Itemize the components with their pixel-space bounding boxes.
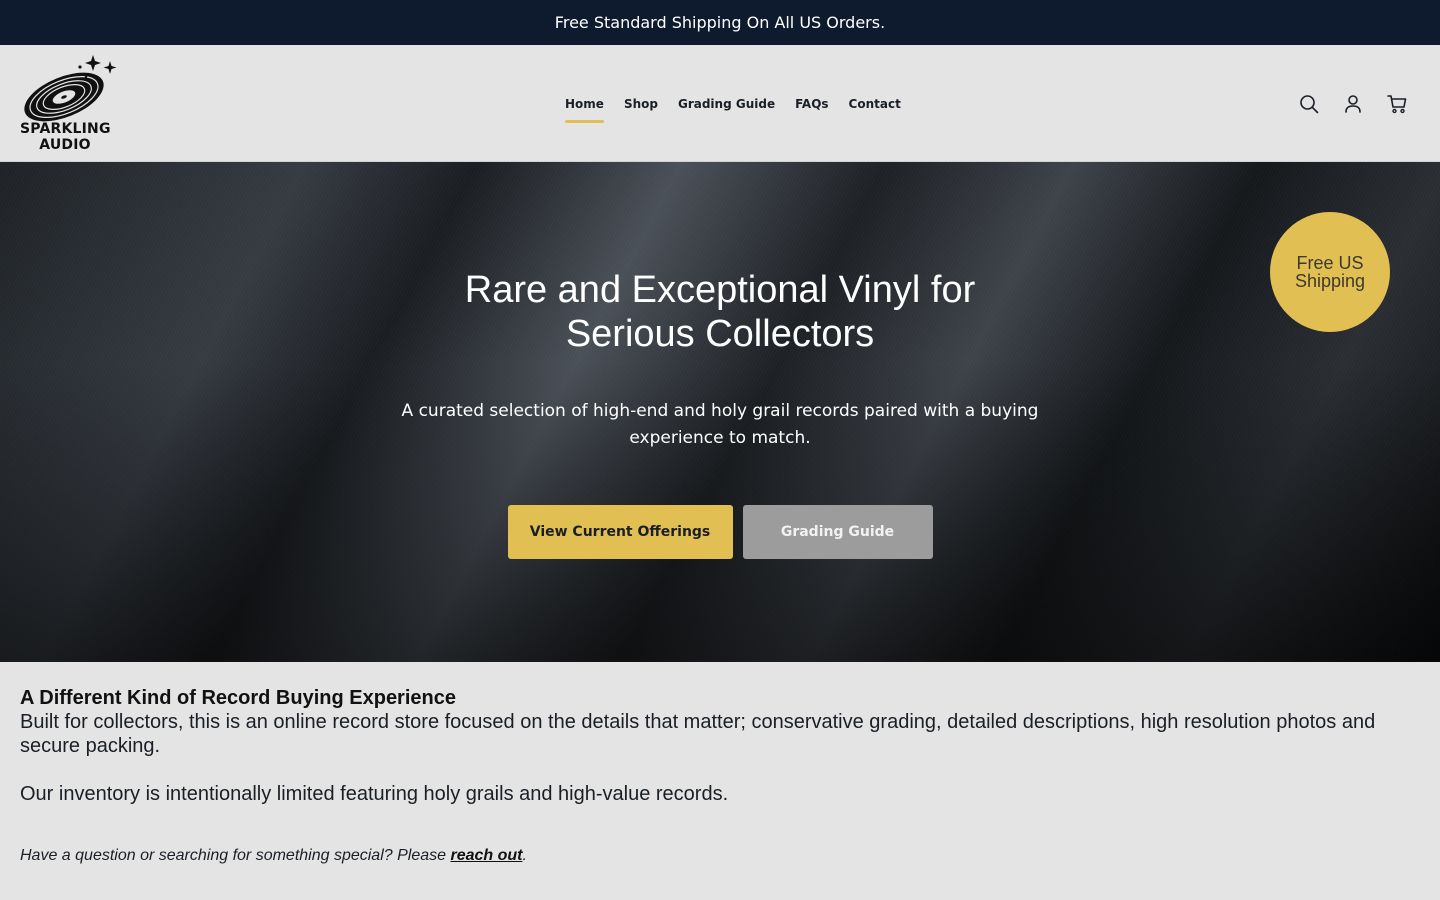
search-icon[interactable] (1298, 93, 1320, 115)
about-heading: A Different Kind of Record Buying Experi… (20, 687, 456, 709)
nav-contact[interactable]: Contact (849, 93, 901, 115)
nav-shop[interactable]: Shop (624, 93, 658, 115)
brand-logo[interactable]: SPARKLING AUDIO (20, 55, 120, 155)
nav-faqs[interactable]: FAQs (795, 93, 828, 115)
reach-out-link[interactable]: reach out (450, 847, 522, 864)
announcement-text: Free Standard Shipping On All US Orders. (554, 13, 886, 32)
header-actions (1298, 45, 1408, 162)
free-shipping-badge: Free US Shipping (1270, 212, 1390, 332)
badge-line-2: Shipping (1294, 271, 1366, 291)
view-offerings-button[interactable]: View Current Offerings (507, 505, 733, 559)
brand-wordmark: SPARKLING AUDIO (20, 121, 110, 153)
hero-buttons: View Current Offerings Grading Guide (0, 505, 1440, 559)
about-paragraph-2: Our inventory is intentionally limited f… (20, 783, 729, 805)
announcement-bar: Free Standard Shipping On All US Orders. (0, 0, 1440, 45)
hero-title: Rare and Exceptional Vinyl for Serious C… (464, 269, 976, 355)
brand-line-2: AUDIO (39, 137, 91, 153)
contact-note-prefix: Have a question or searching for somethi… (20, 847, 451, 864)
contact-note: Have a question or searching for somethi… (20, 846, 1420, 866)
main-nav: Home Shop Grading Guide FAQs Contact (565, 45, 901, 162)
cart-icon[interactable] (1386, 93, 1408, 115)
nav-home[interactable]: Home (565, 93, 604, 123)
site-header: SPARKLING AUDIO Home Shop Grading Guide … (0, 45, 1440, 162)
badge-line-1: Free US (1296, 253, 1364, 273)
vinyl-record-logo-icon (24, 55, 117, 122)
grading-guide-button[interactable]: Grading Guide (742, 505, 933, 559)
hero-subtitle: A curated selection of high-end and holy… (401, 401, 1039, 448)
hero-banner: Free US Shipping Rare and Exceptional Vi… (0, 162, 1440, 662)
nav-grading-guide[interactable]: Grading Guide (678, 93, 775, 115)
brand-line-1: SPARKLING (20, 121, 111, 137)
hero-content: Rare and Exceptional Vinyl for Serious C… (0, 268, 1440, 559)
about-section: A Different Kind of Record Buying Experi… (0, 662, 1440, 866)
about-paragraph-1: Built for collectors, this is an online … (20, 711, 1376, 757)
contact-note-suffix: . (522, 847, 527, 864)
account-icon[interactable] (1342, 93, 1364, 115)
